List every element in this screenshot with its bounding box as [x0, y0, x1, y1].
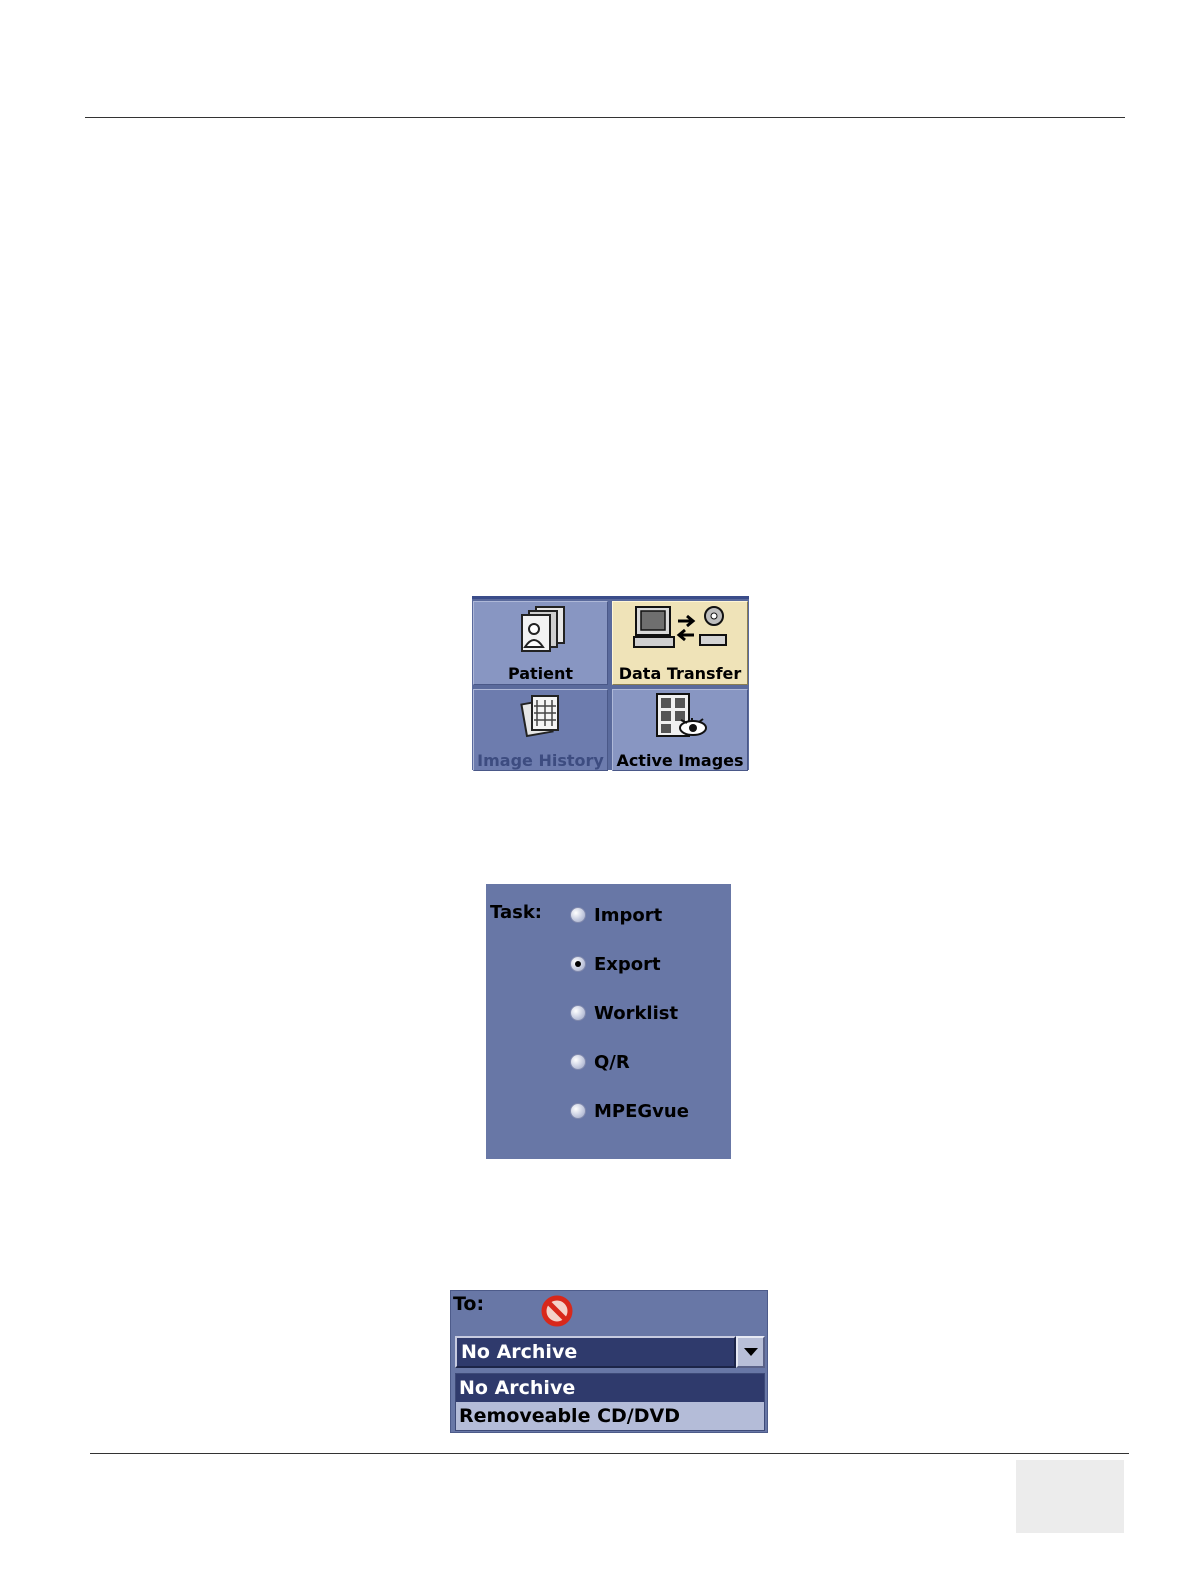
task-option-qr[interactable]: Q/R — [570, 1050, 630, 1074]
main-menu-grid: Patient Data Transfer Image History Acti… — [472, 596, 749, 771]
radio-qr[interactable] — [570, 1054, 586, 1070]
no-entry-icon — [541, 1295, 573, 1327]
radio-import[interactable] — [570, 907, 586, 923]
radio-export[interactable] — [570, 956, 586, 972]
chevron-down-icon — [744, 1348, 758, 1356]
task-option-export[interactable]: Export — [570, 952, 661, 976]
task-option-label: Worklist — [594, 1002, 679, 1024]
radio-worklist[interactable] — [570, 1005, 586, 1021]
dropdown-arrow-button[interactable] — [736, 1336, 765, 1368]
patient-folder-icon — [520, 606, 565, 652]
task-option-label: MPEGvue — [594, 1100, 689, 1122]
option-no-archive[interactable]: No Archive — [456, 1374, 764, 1402]
active-images-button[interactable]: Active Images — [612, 689, 748, 771]
destination-panel: To: No Archive No Archive Removeable CD/… — [450, 1290, 768, 1433]
task-panel: Task: Import Export Worklist Q/R MPEGvue — [486, 884, 731, 1159]
footer-divider — [90, 1453, 1129, 1454]
patient-button[interactable]: Patient — [473, 601, 608, 685]
task-option-mpegvue[interactable]: MPEGvue — [570, 1099, 689, 1123]
radio-mpegvue[interactable] — [570, 1103, 586, 1119]
to-label: To: — [453, 1293, 485, 1315]
data-transfer-button[interactable]: Data Transfer — [612, 601, 748, 685]
destination-options-list: No Archive Removeable CD/DVD — [455, 1373, 765, 1431]
active-images-label: Active Images — [616, 751, 744, 770]
page-number-box — [1016, 1460, 1124, 1533]
destination-select[interactable]: No Archive — [455, 1336, 736, 1368]
task-option-label: Import — [594, 904, 663, 926]
header-divider — [85, 117, 1125, 118]
patient-label: Patient — [507, 664, 574, 683]
destination-select-value: No Archive — [461, 1341, 578, 1363]
image-history-label: Image History — [477, 751, 604, 770]
image-history-icon — [519, 695, 559, 738]
task-option-label: Q/R — [594, 1051, 630, 1073]
task-option-worklist[interactable]: Worklist — [570, 1001, 678, 1025]
image-history-button: Image History — [473, 689, 608, 771]
data-transfer-icon — [633, 606, 727, 648]
data-transfer-label: Data Transfer — [618, 664, 742, 683]
active-images-icon — [656, 693, 707, 737]
task-label: Task: — [490, 902, 542, 923]
task-option-import[interactable]: Import — [570, 903, 662, 927]
option-removeable-cd-dvd[interactable]: Removeable CD/DVD — [456, 1402, 764, 1430]
task-option-label: Export — [594, 953, 661, 975]
